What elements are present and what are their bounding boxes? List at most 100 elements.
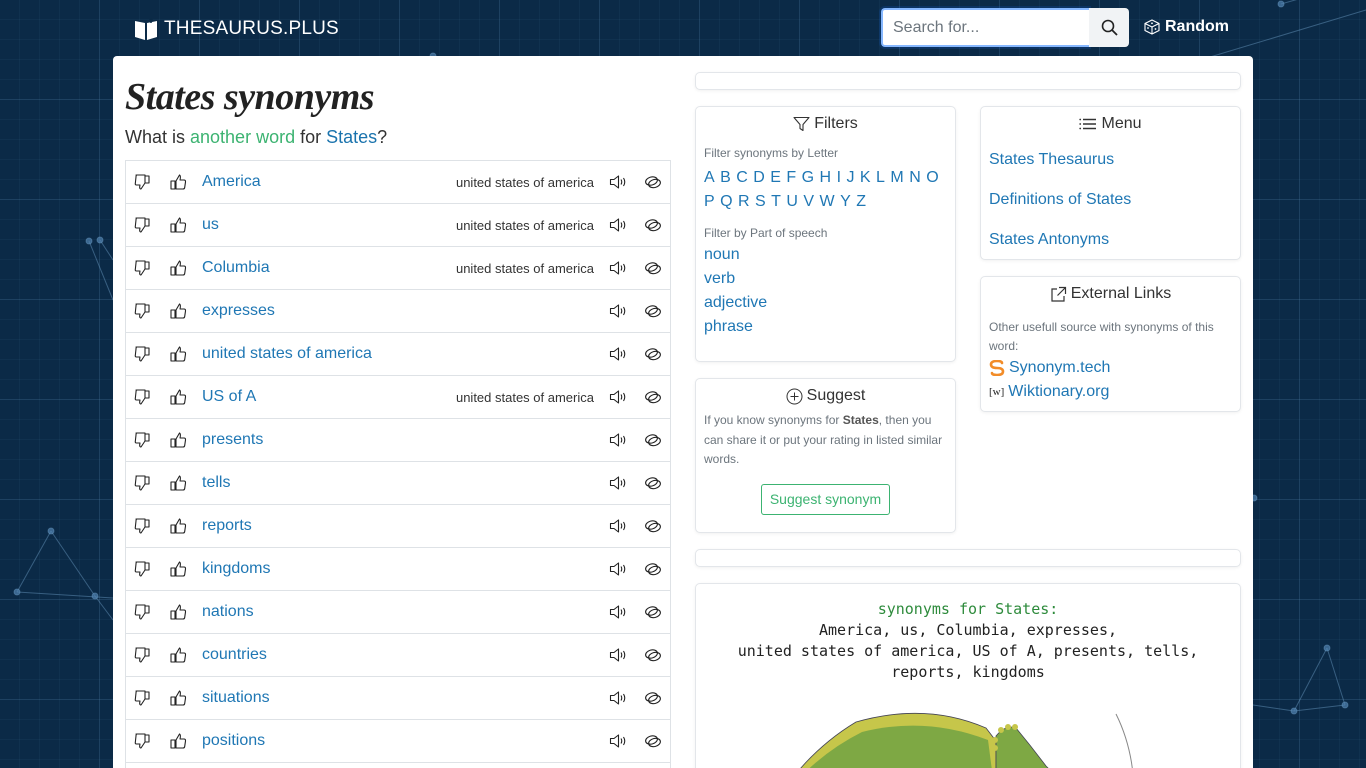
synonym-word-link[interactable]: presents — [202, 431, 263, 449]
letter-filter-link[interactable]: Y — [840, 193, 851, 210]
synonym-word-link[interactable]: kingdoms — [202, 560, 270, 578]
menu-link[interactable]: Definitions of States — [989, 190, 1232, 230]
thumbs-up-icon[interactable] — [169, 388, 187, 411]
chain-link-icon[interactable] — [644, 432, 662, 453]
chain-link-icon[interactable] — [644, 260, 662, 281]
search-input[interactable] — [881, 8, 1089, 47]
chain-link-icon[interactable] — [644, 733, 662, 754]
synonym-word-link[interactable]: us — [202, 216, 219, 234]
letter-filter-link[interactable]: G — [802, 169, 814, 186]
synonym-word-link[interactable]: nations — [202, 603, 254, 621]
letter-filter-link[interactable]: P — [704, 193, 715, 210]
synonym-word-link[interactable]: US of A — [202, 388, 256, 406]
synonym-word-link[interactable]: expresses — [202, 302, 275, 320]
speaker-icon[interactable] — [609, 604, 627, 625]
synonym-word-link[interactable]: countries — [202, 646, 267, 664]
thumbs-down-icon[interactable] — [134, 474, 152, 497]
chain-link-icon[interactable] — [644, 346, 662, 367]
thumbs-down-icon[interactable] — [134, 732, 152, 755]
synonym-word-link[interactable]: Columbia — [202, 259, 270, 277]
letter-filter-link[interactable]: Z — [856, 193, 866, 210]
thumbs-down-icon[interactable] — [134, 173, 152, 196]
speaker-icon[interactable] — [609, 690, 627, 711]
random-link[interactable]: Random — [1144, 18, 1229, 36]
thumbs-up-icon[interactable] — [169, 431, 187, 454]
chain-link-icon[interactable] — [644, 690, 662, 711]
thumbs-down-icon[interactable] — [134, 517, 152, 540]
menu-link[interactable]: States Thesaurus — [989, 150, 1232, 190]
thumbs-up-icon[interactable] — [169, 560, 187, 583]
letter-filter-link[interactable]: L — [876, 169, 885, 186]
thumbs-down-icon[interactable] — [134, 345, 152, 368]
synonym-tech-link[interactable]: Synonym.tech — [1009, 359, 1110, 377]
synonym-word-link[interactable]: positions — [202, 732, 265, 750]
letter-filter-link[interactable]: C — [736, 169, 748, 186]
suggest-synonym-button[interactable]: Suggest synonym — [761, 483, 890, 515]
thumbs-down-icon[interactable] — [134, 388, 152, 411]
thumbs-up-icon[interactable] — [169, 646, 187, 669]
speaker-icon[interactable] — [609, 174, 627, 195]
synonym-word-link[interactable]: America — [202, 173, 261, 191]
thumbs-up-icon[interactable] — [169, 732, 187, 755]
chain-link-icon[interactable] — [644, 217, 662, 238]
chain-link-icon[interactable] — [644, 561, 662, 582]
chain-link-icon[interactable] — [644, 518, 662, 539]
pos-filter-link[interactable]: phrase — [704, 315, 947, 339]
speaker-icon[interactable] — [609, 303, 627, 324]
speaker-icon[interactable] — [609, 561, 627, 582]
thumbs-up-icon[interactable] — [169, 345, 187, 368]
letter-filter-link[interactable]: J — [846, 169, 854, 186]
thumbs-down-icon[interactable] — [134, 560, 152, 583]
speaker-icon[interactable] — [609, 389, 627, 410]
letter-filter-link[interactable]: T — [771, 193, 781, 210]
thumbs-up-icon[interactable] — [169, 689, 187, 712]
synonym-word-link[interactable]: united states of america — [202, 345, 372, 363]
thumbs-up-icon[interactable] — [169, 603, 187, 626]
thumbs-up-icon[interactable] — [169, 517, 187, 540]
thumbs-down-icon[interactable] — [134, 302, 152, 325]
thumbs-up-icon[interactable] — [169, 474, 187, 497]
speaker-icon[interactable] — [609, 518, 627, 539]
letter-filter-link[interactable]: M — [890, 169, 903, 186]
letter-filter-link[interactable]: H — [820, 169, 832, 186]
thumbs-up-icon[interactable] — [169, 216, 187, 239]
speaker-icon[interactable] — [609, 346, 627, 367]
letter-filter-link[interactable]: W — [820, 193, 835, 210]
external-link-wiktionary[interactable]: [w] Wiktionary.org — [989, 380, 1240, 404]
menu-link[interactable]: States Antonyms — [989, 230, 1232, 270]
speaker-icon[interactable] — [609, 260, 627, 281]
thumbs-up-icon[interactable] — [169, 302, 187, 325]
letter-filter-link[interactable]: S — [755, 193, 766, 210]
chain-link-icon[interactable] — [644, 303, 662, 324]
letter-filter-link[interactable]: Q — [720, 193, 732, 210]
thumbs-down-icon[interactable] — [134, 431, 152, 454]
speaker-icon[interactable] — [609, 432, 627, 453]
chain-link-icon[interactable] — [644, 475, 662, 496]
pos-filter-link[interactable]: adjective — [704, 291, 947, 315]
synonym-word-link[interactable]: reports — [202, 517, 252, 535]
pos-filter-link[interactable]: verb — [704, 267, 947, 291]
letter-filter-link[interactable]: D — [753, 169, 765, 186]
chain-link-icon[interactable] — [644, 647, 662, 668]
letter-filter-link[interactable]: O — [926, 169, 938, 186]
letter-filter-link[interactable]: A — [704, 169, 715, 186]
thumbs-down-icon[interactable] — [134, 646, 152, 669]
thumbs-down-icon[interactable] — [134, 603, 152, 626]
pos-filter-link[interactable]: noun — [704, 243, 947, 267]
letter-filter-link[interactable]: E — [770, 169, 781, 186]
letter-filter-link[interactable]: V — [803, 193, 814, 210]
wiktionary-link[interactable]: Wiktionary.org — [1008, 383, 1109, 401]
external-link-synonym-tech[interactable]: Synonym.tech — [989, 356, 1240, 380]
thumbs-up-icon[interactable] — [169, 173, 187, 196]
speaker-icon[interactable] — [609, 475, 627, 496]
thumbs-down-icon[interactable] — [134, 689, 152, 712]
speaker-icon[interactable] — [609, 733, 627, 754]
letter-filter-link[interactable]: R — [738, 193, 750, 210]
thumbs-up-icon[interactable] — [169, 259, 187, 282]
letter-filter-link[interactable]: N — [909, 169, 921, 186]
letter-filter-link[interactable]: I — [837, 169, 841, 186]
letter-filter-link[interactable]: K — [860, 169, 871, 186]
thumbs-down-icon[interactable] — [134, 216, 152, 239]
chain-link-icon[interactable] — [644, 174, 662, 195]
site-logo[interactable]: THESAURUS.PLUS — [134, 17, 339, 41]
